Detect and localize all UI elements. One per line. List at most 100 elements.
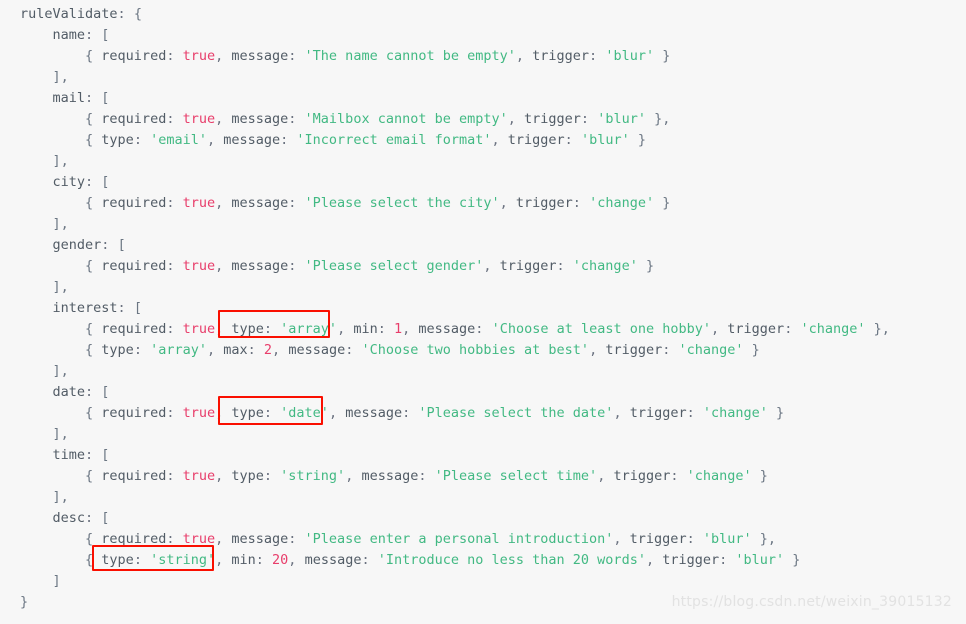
code-token-brace: ], <box>52 489 69 505</box>
code-line[interactable]: { type: 'array', max: 2, message: 'Choos… <box>0 340 966 361</box>
code-token-plain: message <box>231 111 289 127</box>
code-token-brace: [ <box>101 27 110 43</box>
code-line[interactable]: city: [ <box>0 172 966 193</box>
code-line[interactable]: { required: true, message: 'Please enter… <box>0 529 966 550</box>
code-token-number: 20 <box>272 552 289 568</box>
code-line[interactable]: { required: true, type: 'date', message:… <box>0 403 966 424</box>
code-line[interactable]: ], <box>0 361 966 382</box>
code-token-punct: : <box>288 195 305 211</box>
code-token-plain: trigger <box>727 321 785 337</box>
code-token-string: 'Choose two hobbies at best' <box>361 342 590 358</box>
code-token-punct: : <box>280 132 297 148</box>
code-line[interactable]: date: [ <box>0 382 966 403</box>
code-token-plain: required <box>101 531 167 547</box>
code-token-plain: trigger <box>613 468 671 484</box>
code-token-string: 'change' <box>678 342 744 358</box>
code-token-plain: trigger <box>507 132 565 148</box>
code-line[interactable]: ruleValidate: { <box>0 4 966 25</box>
code-line[interactable]: mail: [ <box>0 88 966 109</box>
code-line[interactable]: ], <box>0 214 966 235</box>
code-token-brace: [ <box>133 300 142 316</box>
code-line[interactable]: { required: true, type: 'array', min: 1,… <box>0 319 966 340</box>
code-line[interactable]: { required: true, message: 'Please selec… <box>0 193 966 214</box>
code-token-brace: ], <box>52 69 69 85</box>
code-token-punct: : <box>166 405 183 421</box>
code-token-bool: true <box>182 468 216 484</box>
code-token-plain: message <box>231 258 289 274</box>
code-line[interactable]: time: [ <box>0 445 966 466</box>
code-token-brace: { <box>85 321 102 337</box>
code-token-brace: [ <box>101 384 110 400</box>
code-token-punct: , <box>597 468 614 484</box>
code-token-punct: , <box>206 132 224 148</box>
code-line[interactable]: name: [ <box>0 25 966 46</box>
code-line[interactable]: ], <box>0 424 966 445</box>
code-line[interactable]: gender: [ <box>0 235 966 256</box>
code-token-punct: : <box>166 468 183 484</box>
code-token-string: 'Please select the date' <box>418 405 614 421</box>
code-token-string: 'change' <box>589 195 655 211</box>
code-token-punct: : <box>133 342 151 358</box>
code-token-brace: ], <box>52 216 69 232</box>
code-token-plain: message <box>288 342 346 358</box>
code-token-plain: desc <box>52 510 86 526</box>
code-line[interactable]: ], <box>0 151 966 172</box>
code-line[interactable]: { required: true, message: 'Please selec… <box>0 256 966 277</box>
code-token-plain: gender <box>52 237 102 253</box>
code-token-plain: message <box>418 321 476 337</box>
code-token-brace: } <box>751 468 768 484</box>
code-token-punct: : <box>166 258 183 274</box>
code-token-string: 'Introduce no less than 20 words' <box>377 552 646 568</box>
code-token-string: 'string' <box>150 552 216 568</box>
code-line[interactable]: interest: [ <box>0 298 966 319</box>
code-token-punct: , <box>337 321 354 337</box>
code-listing[interactable]: ruleValidate: { name: [ { required: true… <box>0 4 966 613</box>
code-token-punct: : <box>85 384 102 400</box>
code-token-string: 'change' <box>686 468 752 484</box>
code-token-brace: ], <box>52 363 69 379</box>
code-token-string: 'date' <box>280 405 329 421</box>
code-token-plain: required <box>101 405 167 421</box>
code-line[interactable]: ], <box>0 487 966 508</box>
code-token-punct: , <box>345 468 362 484</box>
code-token-brace: { <box>85 132 102 148</box>
code-line[interactable]: desc: [ <box>0 508 966 529</box>
code-line[interactable]: ], <box>0 277 966 298</box>
code-token-plain: message <box>304 552 362 568</box>
code-token-punct: : <box>288 531 305 547</box>
code-token-punct: : <box>719 552 736 568</box>
code-token-plain: required <box>101 48 167 64</box>
code-token-bool: true <box>182 321 216 337</box>
code-token-bool: true <box>182 531 216 547</box>
code-token-plain: message <box>231 48 289 64</box>
code-token-punct: : <box>589 48 606 64</box>
code-line[interactable]: { required: true, type: 'string', messag… <box>0 466 966 487</box>
code-line[interactable]: ] <box>0 571 966 592</box>
code-token-punct: , <box>215 531 232 547</box>
code-token-number: 1 <box>393 321 403 337</box>
code-token-punct: , <box>491 132 508 148</box>
code-line[interactable]: { type: 'email', message: 'Incorrect ema… <box>0 130 966 151</box>
code-line[interactable]: { type: 'string', min: 20, message: 'Int… <box>0 550 966 571</box>
code-token-brace: }, <box>865 321 890 337</box>
code-token-bool: true <box>182 195 216 211</box>
code-token-brace: { <box>85 195 102 211</box>
code-token-bool: true <box>182 111 216 127</box>
code-line[interactable]: { required: true, message: 'The name can… <box>0 46 966 67</box>
code-token-plain: trigger <box>499 258 557 274</box>
code-line[interactable]: { required: true, message: 'Mailbox cann… <box>0 109 966 130</box>
code-token-punct: : <box>117 6 134 22</box>
code-token-plain: type <box>101 552 134 568</box>
code-line[interactable]: ], <box>0 67 966 88</box>
